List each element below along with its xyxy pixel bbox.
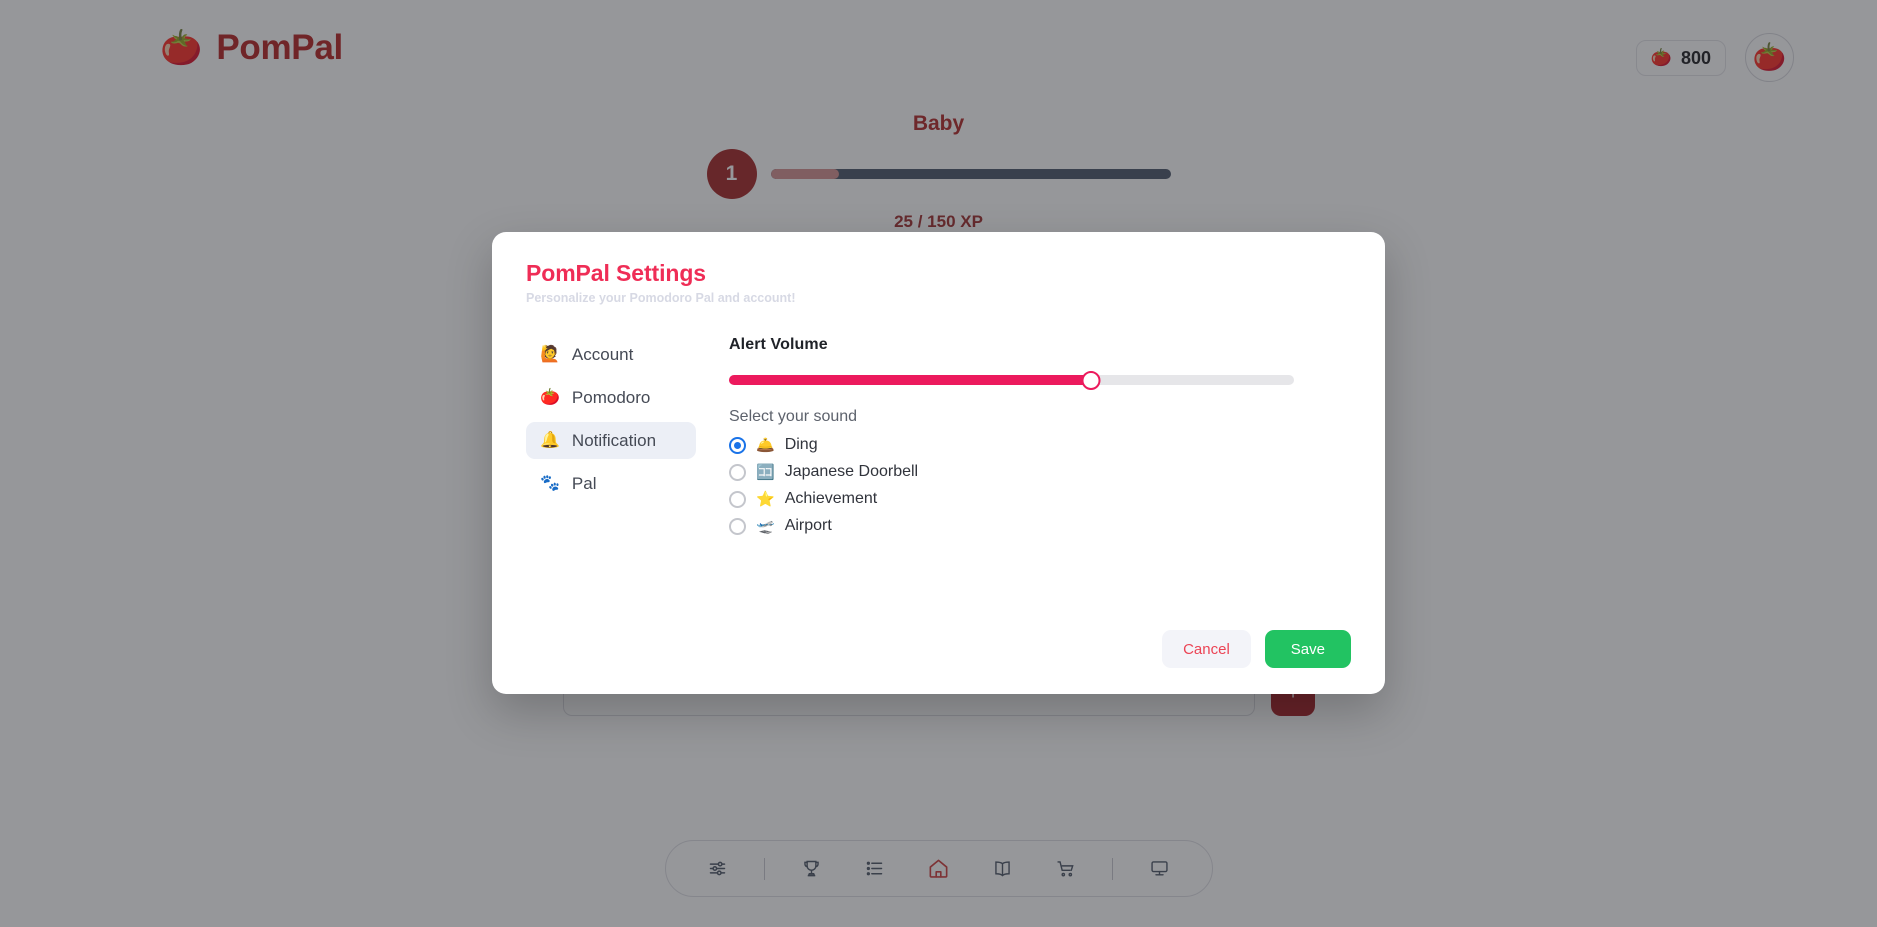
radio-button[interactable] <box>729 517 746 535</box>
radio-button[interactable] <box>729 490 746 508</box>
sound-option-label: Airport <box>784 517 832 534</box>
person-icon: 🙋 <box>540 345 560 363</box>
sound-option-achievement[interactable]: ⭐ Achievement <box>729 490 877 508</box>
airplane-departure-icon: 🛫 <box>756 517 775 535</box>
sound-option-label: Achievement <box>784 490 878 507</box>
dialog-body: 🙋 Account 🍅 Pomodoro 🔔 Notification 🐾 Pa… <box>526 336 1351 535</box>
japanese-symbol-icon: 🈁 <box>756 463 775 481</box>
sound-option-airport[interactable]: 🛫 Airport <box>729 517 832 535</box>
sidebar-item-notification[interactable]: 🔔 Notification <box>526 422 696 459</box>
settings-nav: 🙋 Account 🍅 Pomodoro 🔔 Notification 🐾 Pa… <box>526 336 696 502</box>
sidebar-item-label: Account <box>571 344 634 364</box>
sound-option-ding[interactable]: 🛎️ Ding <box>729 436 818 454</box>
slider-thumb[interactable] <box>1081 370 1101 390</box>
bell-icon: 🔔 <box>540 431 560 449</box>
sound-option-group: 🛎️ Ding 🈁 Japanese Doorbell ⭐ Achievemen… <box>729 436 1351 535</box>
cancel-button[interactable]: Cancel <box>1162 630 1251 668</box>
dialog-subtitle: Personalize your Pomodoro Pal and accoun… <box>526 291 796 305</box>
paw-icon: 🐾 <box>540 474 560 492</box>
select-sound-label: Select your sound <box>729 408 858 425</box>
sound-option-label: Ding <box>784 436 818 453</box>
sidebar-item-label: Pomodoro <box>571 387 651 407</box>
sound-option-japanese-doorbell[interactable]: 🈁 Japanese Doorbell <box>729 463 918 481</box>
slider-fill <box>729 375 1091 385</box>
sidebar-item-label: Pal <box>571 473 597 493</box>
save-button[interactable]: Save <box>1264 630 1351 668</box>
bellhop-bell-icon: 🛎️ <box>756 436 775 454</box>
sidebar-item-label: Notification <box>571 430 657 450</box>
radio-button[interactable] <box>729 463 746 481</box>
radio-button[interactable] <box>729 436 746 454</box>
tomato-icon: 🍅 <box>540 388 560 406</box>
star-icon: ⭐ <box>756 490 775 508</box>
dialog-title: PomPal Settings <box>526 260 706 286</box>
notification-settings-panel: Alert Volume Select your sound 🛎️ Ding 🈁… <box>696 336 1351 535</box>
sidebar-item-pal[interactable]: 🐾 Pal <box>526 465 696 502</box>
dialog-actions: Cancel Save <box>1162 630 1351 668</box>
settings-dialog: PomPal Settings Personalize your Pomodor… <box>492 232 1385 694</box>
alert-volume-slider[interactable] <box>729 370 1294 390</box>
alert-volume-label: Alert Volume <box>729 336 828 353</box>
sidebar-item-pomodoro[interactable]: 🍅 Pomodoro <box>526 379 696 416</box>
sound-option-label: Japanese Doorbell <box>784 463 919 480</box>
sidebar-item-account[interactable]: 🙋 Account <box>526 336 696 373</box>
